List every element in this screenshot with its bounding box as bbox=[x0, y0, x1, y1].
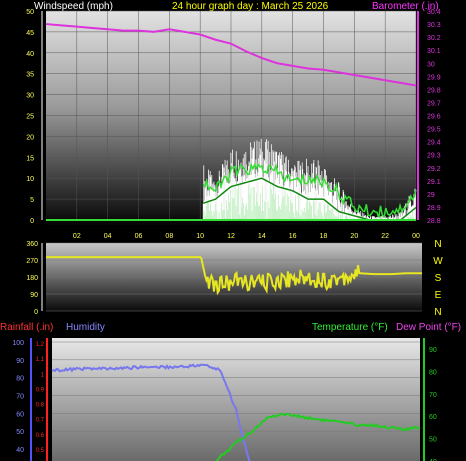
direction-tick-label: 0 bbox=[34, 309, 38, 316]
hour-axis-ticks: 02 04 06 08 10 12 14 16 18 20 22 00 bbox=[73, 233, 420, 240]
weather-graph: Windspeed (mph) 24 hour graph day : Marc… bbox=[0, 1, 461, 461]
rainfall-tick-label: 0.9 bbox=[36, 387, 45, 393]
wind-tick-label: 45 bbox=[26, 30, 34, 37]
barometer-tick-label: 29.7 bbox=[427, 100, 441, 107]
rainfall-tick-label: 0.8 bbox=[36, 403, 45, 409]
compass-label: N bbox=[434, 307, 441, 318]
barometer-tick-label: 29.2 bbox=[427, 166, 441, 173]
compass-label: S bbox=[435, 273, 442, 284]
direction-tick-label: 90 bbox=[30, 292, 38, 299]
hour-tick-label: 08 bbox=[165, 233, 173, 240]
wind-tick-label: 40 bbox=[26, 51, 34, 58]
direction-tick-label: 180 bbox=[26, 275, 38, 282]
humidity-tick-label: 80 bbox=[16, 376, 24, 383]
barometer-tick-label: 29.6 bbox=[427, 114, 441, 121]
direction-tick-label: 270 bbox=[26, 258, 38, 265]
dewpoint-axis-title: Dew Point (°F) bbox=[396, 322, 461, 333]
hour-tick-label: 16 bbox=[289, 233, 297, 240]
hour-tick-label: 02 bbox=[73, 233, 81, 240]
temperature-tick-label: 70 bbox=[429, 392, 437, 399]
temperature-axis-ticks: 405060708090 bbox=[429, 347, 437, 461]
wind-tick-label: 30 bbox=[26, 93, 34, 100]
wind-tick-label: 25 bbox=[26, 114, 34, 121]
wind-tick-label: 15 bbox=[26, 155, 34, 162]
barometer-tick-label: 30.3 bbox=[427, 22, 441, 29]
barometer-tick-label: 30 bbox=[427, 61, 435, 68]
temperature-tick-label: 60 bbox=[429, 414, 437, 421]
humidity-tick-label: 60 bbox=[16, 411, 24, 418]
chart-title: 24 hour graph day : March 25 2026 bbox=[172, 1, 329, 12]
rainfall-tick-label: 0.6 bbox=[36, 433, 45, 439]
barometer-tick-label: 29 bbox=[427, 192, 435, 199]
barometer-tick-label: 29.5 bbox=[427, 127, 441, 134]
hour-tick-label: 00 bbox=[412, 233, 420, 240]
temperature-axis-title: Temperature (°F) bbox=[312, 322, 388, 333]
compass-label: W bbox=[433, 256, 443, 267]
barometer-tick-label: 29.8 bbox=[427, 87, 441, 94]
barometer-tick-label: 28.9 bbox=[427, 205, 441, 212]
hour-tick-label: 20 bbox=[350, 233, 358, 240]
humidity-tick-label: 70 bbox=[16, 394, 24, 401]
barometer-axis-ticks: 28.8 28.9 29 29.1 29.2 29.3 29.4 29.5 29.6 29.7 29… bbox=[417, 9, 441, 225]
direction-axis-ticks: 0 90 180 270 360 bbox=[26, 241, 43, 316]
barometer-tick-label: 30.1 bbox=[427, 48, 441, 55]
wind-tick-label: 35 bbox=[26, 72, 34, 79]
compass-label: N bbox=[434, 239, 441, 250]
wind-axis-ticks: 0 5 10 15 20 25 30 35 40 45 50 bbox=[26, 9, 43, 225]
temperature-tick-label: 90 bbox=[429, 347, 437, 354]
compass-labels: NWSEN bbox=[433, 239, 443, 318]
barometer-tick-label: 29.9 bbox=[427, 74, 441, 81]
rainfall-tick-label: 0.7 bbox=[36, 418, 45, 424]
wind-axis-title: Windspeed (mph) bbox=[34, 1, 113, 12]
barometer-tick-label: 29.3 bbox=[427, 153, 441, 160]
barometer-tick-label: 30.2 bbox=[427, 35, 441, 42]
hour-tick-label: 12 bbox=[227, 233, 235, 240]
wind-tick-label: 20 bbox=[26, 134, 34, 141]
hour-tick-label: 06 bbox=[135, 233, 143, 240]
humidity-tick-label: 90 bbox=[16, 358, 24, 365]
rainfall-tick-label: 1.2 bbox=[36, 342, 45, 348]
wind-tick-label: 0 bbox=[30, 218, 34, 225]
wind-tick-label: 50 bbox=[26, 9, 34, 16]
barometer-tick-label: 28.8 bbox=[427, 218, 441, 225]
barometer-tick-label: 29.1 bbox=[427, 179, 441, 186]
humidity-tick-label: 40 bbox=[16, 447, 24, 454]
rainfall-tick-label: 0.5 bbox=[36, 448, 45, 454]
temperature-tick-label: 80 bbox=[429, 369, 437, 376]
compass-label: E bbox=[435, 290, 442, 301]
barometer-tick-label: 30.4 bbox=[427, 9, 441, 16]
hour-tick-label: 04 bbox=[104, 233, 112, 240]
humidity-tick-label: 50 bbox=[16, 429, 24, 436]
temperature-tick-label: 50 bbox=[429, 437, 437, 444]
hour-tick-label: 10 bbox=[196, 233, 204, 240]
hour-tick-label: 14 bbox=[258, 233, 266, 240]
humidity-axis-title: Humidity bbox=[66, 322, 105, 333]
humidity-tick-label: 100 bbox=[12, 340, 24, 347]
wind-tick-label: 10 bbox=[26, 176, 34, 183]
wind-tick-label: 5 bbox=[30, 197, 34, 204]
rainfall-axis-title: Rainfall (.in) bbox=[0, 322, 53, 333]
hour-tick-label: 22 bbox=[381, 233, 389, 240]
barometer-tick-label: 29.4 bbox=[427, 140, 441, 147]
rainfall-axis-ticks: 0.5 0.6 0.7 0.8 0.9 1 1.1 1.2 bbox=[36, 342, 45, 454]
humidity-axis-ticks: 40 50 60 70 80 90 100 bbox=[12, 340, 24, 454]
rainfall-tick-label: 1.1 bbox=[36, 357, 45, 363]
rainfall-tick-label: 1 bbox=[41, 372, 45, 378]
direction-tick-label: 360 bbox=[26, 241, 38, 248]
hour-tick-label: 18 bbox=[320, 233, 328, 240]
